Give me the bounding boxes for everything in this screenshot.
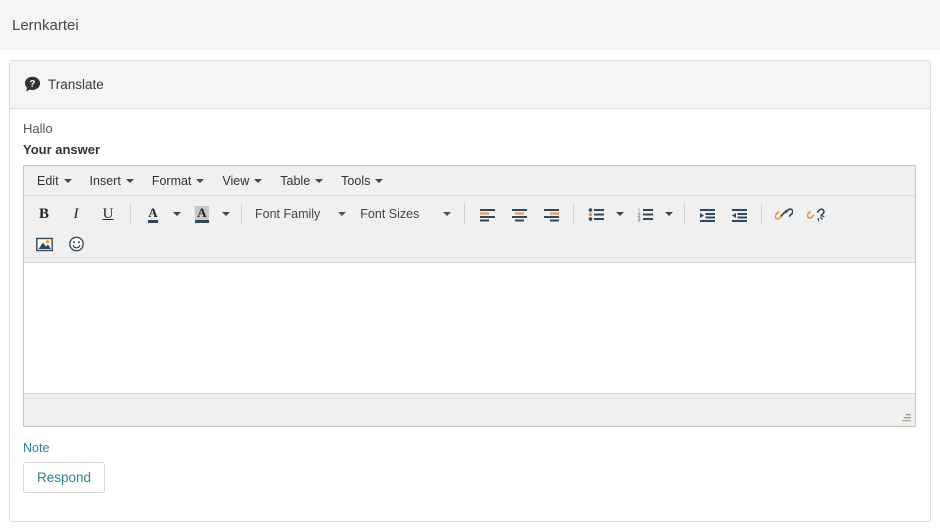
bold-icon: B <box>39 206 49 223</box>
underline-icon: U <box>103 206 114 223</box>
menu-table-label: Table <box>280 174 310 188</box>
indent-button[interactable] <box>692 201 722 227</box>
background-color-dropdown-button[interactable] <box>217 201 234 227</box>
text-color-dropdown-button[interactable] <box>168 201 185 227</box>
unlink-icon <box>807 206 825 222</box>
emoticon-button[interactable] <box>61 231 91 257</box>
bullet-list-icon <box>588 207 605 222</box>
font-family-label: Font Family <box>255 207 320 221</box>
numbered-list-icon: 1 2 3 <box>637 207 654 222</box>
menu-format-label: Format <box>152 174 192 188</box>
font-sizes-select[interactable]: Font Sizes <box>353 201 458 227</box>
resize-grip-icon <box>900 412 912 424</box>
align-center-icon <box>511 207 528 222</box>
help-circle-icon: ? <box>24 76 41 93</box>
panel-title: Translate <box>48 77 104 92</box>
italic-icon: I <box>74 206 79 223</box>
numbered-list-button[interactable]: 1 2 3 <box>630 201 660 227</box>
menu-edit-label: Edit <box>37 174 59 188</box>
resize-handle-icon[interactable] <box>900 411 912 423</box>
page-header: Lernkartei <box>0 0 940 50</box>
answer-label: Your answer <box>23 142 917 157</box>
align-left-button[interactable] <box>472 201 502 227</box>
chevron-down-icon <box>665 212 673 216</box>
bullet-list-button[interactable] <box>581 201 611 227</box>
chevron-down-icon <box>338 212 346 216</box>
page-title: Lernkartei <box>12 17 79 34</box>
background-color-icon: A <box>195 206 208 223</box>
svg-text:3: 3 <box>637 217 640 222</box>
question-text: Hallo <box>23 121 917 136</box>
indent-icon <box>699 207 716 222</box>
background-color-split: A <box>187 201 234 227</box>
chevron-down-icon <box>254 179 262 183</box>
numbered-list-dropdown-button[interactable] <box>660 201 677 227</box>
link-button[interactable] <box>769 201 799 227</box>
toolbar-separator <box>464 204 465 224</box>
panel-heading: ? Translate <box>10 61 930 109</box>
text-color-button[interactable]: A <box>138 201 168 227</box>
align-left-icon <box>479 207 496 222</box>
menu-table[interactable]: Table <box>271 170 332 192</box>
menu-tools[interactable]: Tools <box>332 170 392 192</box>
chevron-down-icon <box>443 212 451 216</box>
toolbar-separator <box>761 204 762 224</box>
editor-status-bar <box>24 393 915 426</box>
menu-edit[interactable]: Edit <box>28 170 81 192</box>
chevron-down-icon <box>64 179 72 183</box>
editor-content-area[interactable] <box>24 263 915 393</box>
translate-panel: ? Translate Hallo Your answer Edit Inser… <box>9 60 931 522</box>
svg-text:?: ? <box>29 79 35 90</box>
unlink-button[interactable] <box>801 201 831 227</box>
menu-view[interactable]: View <box>213 170 271 192</box>
editor-menubar: Edit Insert Format View Table <box>24 166 915 196</box>
text-color-split: A <box>138 201 185 227</box>
chevron-down-icon <box>222 212 230 216</box>
editor-toolbar: B I U A <box>24 196 915 263</box>
menu-tools-label: Tools <box>341 174 370 188</box>
chevron-down-icon <box>315 179 323 183</box>
outdent-icon <box>731 207 748 222</box>
insert-image-button[interactable] <box>29 231 59 257</box>
chevron-down-icon <box>196 179 204 183</box>
image-icon <box>36 237 53 252</box>
align-center-button[interactable] <box>504 201 534 227</box>
panel-body: Hallo Your answer Edit Insert Format <box>10 109 930 493</box>
rich-text-editor: Edit Insert Format View Table <box>23 165 916 427</box>
menu-insert-label: Insert <box>90 174 121 188</box>
editor-toolbar-row-1: B I U A <box>28 199 911 229</box>
link-icon <box>775 206 793 222</box>
chevron-down-icon <box>616 212 624 216</box>
chevron-down-icon <box>375 179 383 183</box>
chevron-down-icon <box>173 212 181 216</box>
menu-insert[interactable]: Insert <box>81 170 143 192</box>
menu-view-label: View <box>222 174 249 188</box>
font-sizes-label: Font Sizes <box>360 207 419 221</box>
smiley-icon <box>68 236 85 252</box>
outdent-button[interactable] <box>724 201 754 227</box>
underline-button[interactable]: U <box>93 201 123 227</box>
italic-button[interactable]: I <box>61 201 91 227</box>
chevron-down-icon <box>126 179 134 183</box>
background-color-button[interactable]: A <box>187 201 217 227</box>
toolbar-separator <box>573 204 574 224</box>
menu-format[interactable]: Format <box>143 170 214 192</box>
align-right-button[interactable] <box>536 201 566 227</box>
bold-button[interactable]: B <box>29 201 59 227</box>
bullet-list-split <box>581 201 628 227</box>
toolbar-separator <box>241 204 242 224</box>
toolbar-separator <box>684 204 685 224</box>
bullet-list-dropdown-button[interactable] <box>611 201 628 227</box>
respond-button[interactable]: Respond <box>23 462 105 493</box>
font-family-select[interactable]: Font Family <box>248 201 353 227</box>
editor-toolbar-row-2 <box>28 229 911 259</box>
note-link[interactable]: Note <box>23 441 49 455</box>
text-color-icon: A <box>148 206 157 223</box>
toolbar-separator <box>130 204 131 224</box>
numbered-list-split: 1 2 3 <box>630 201 677 227</box>
align-right-icon <box>543 207 560 222</box>
